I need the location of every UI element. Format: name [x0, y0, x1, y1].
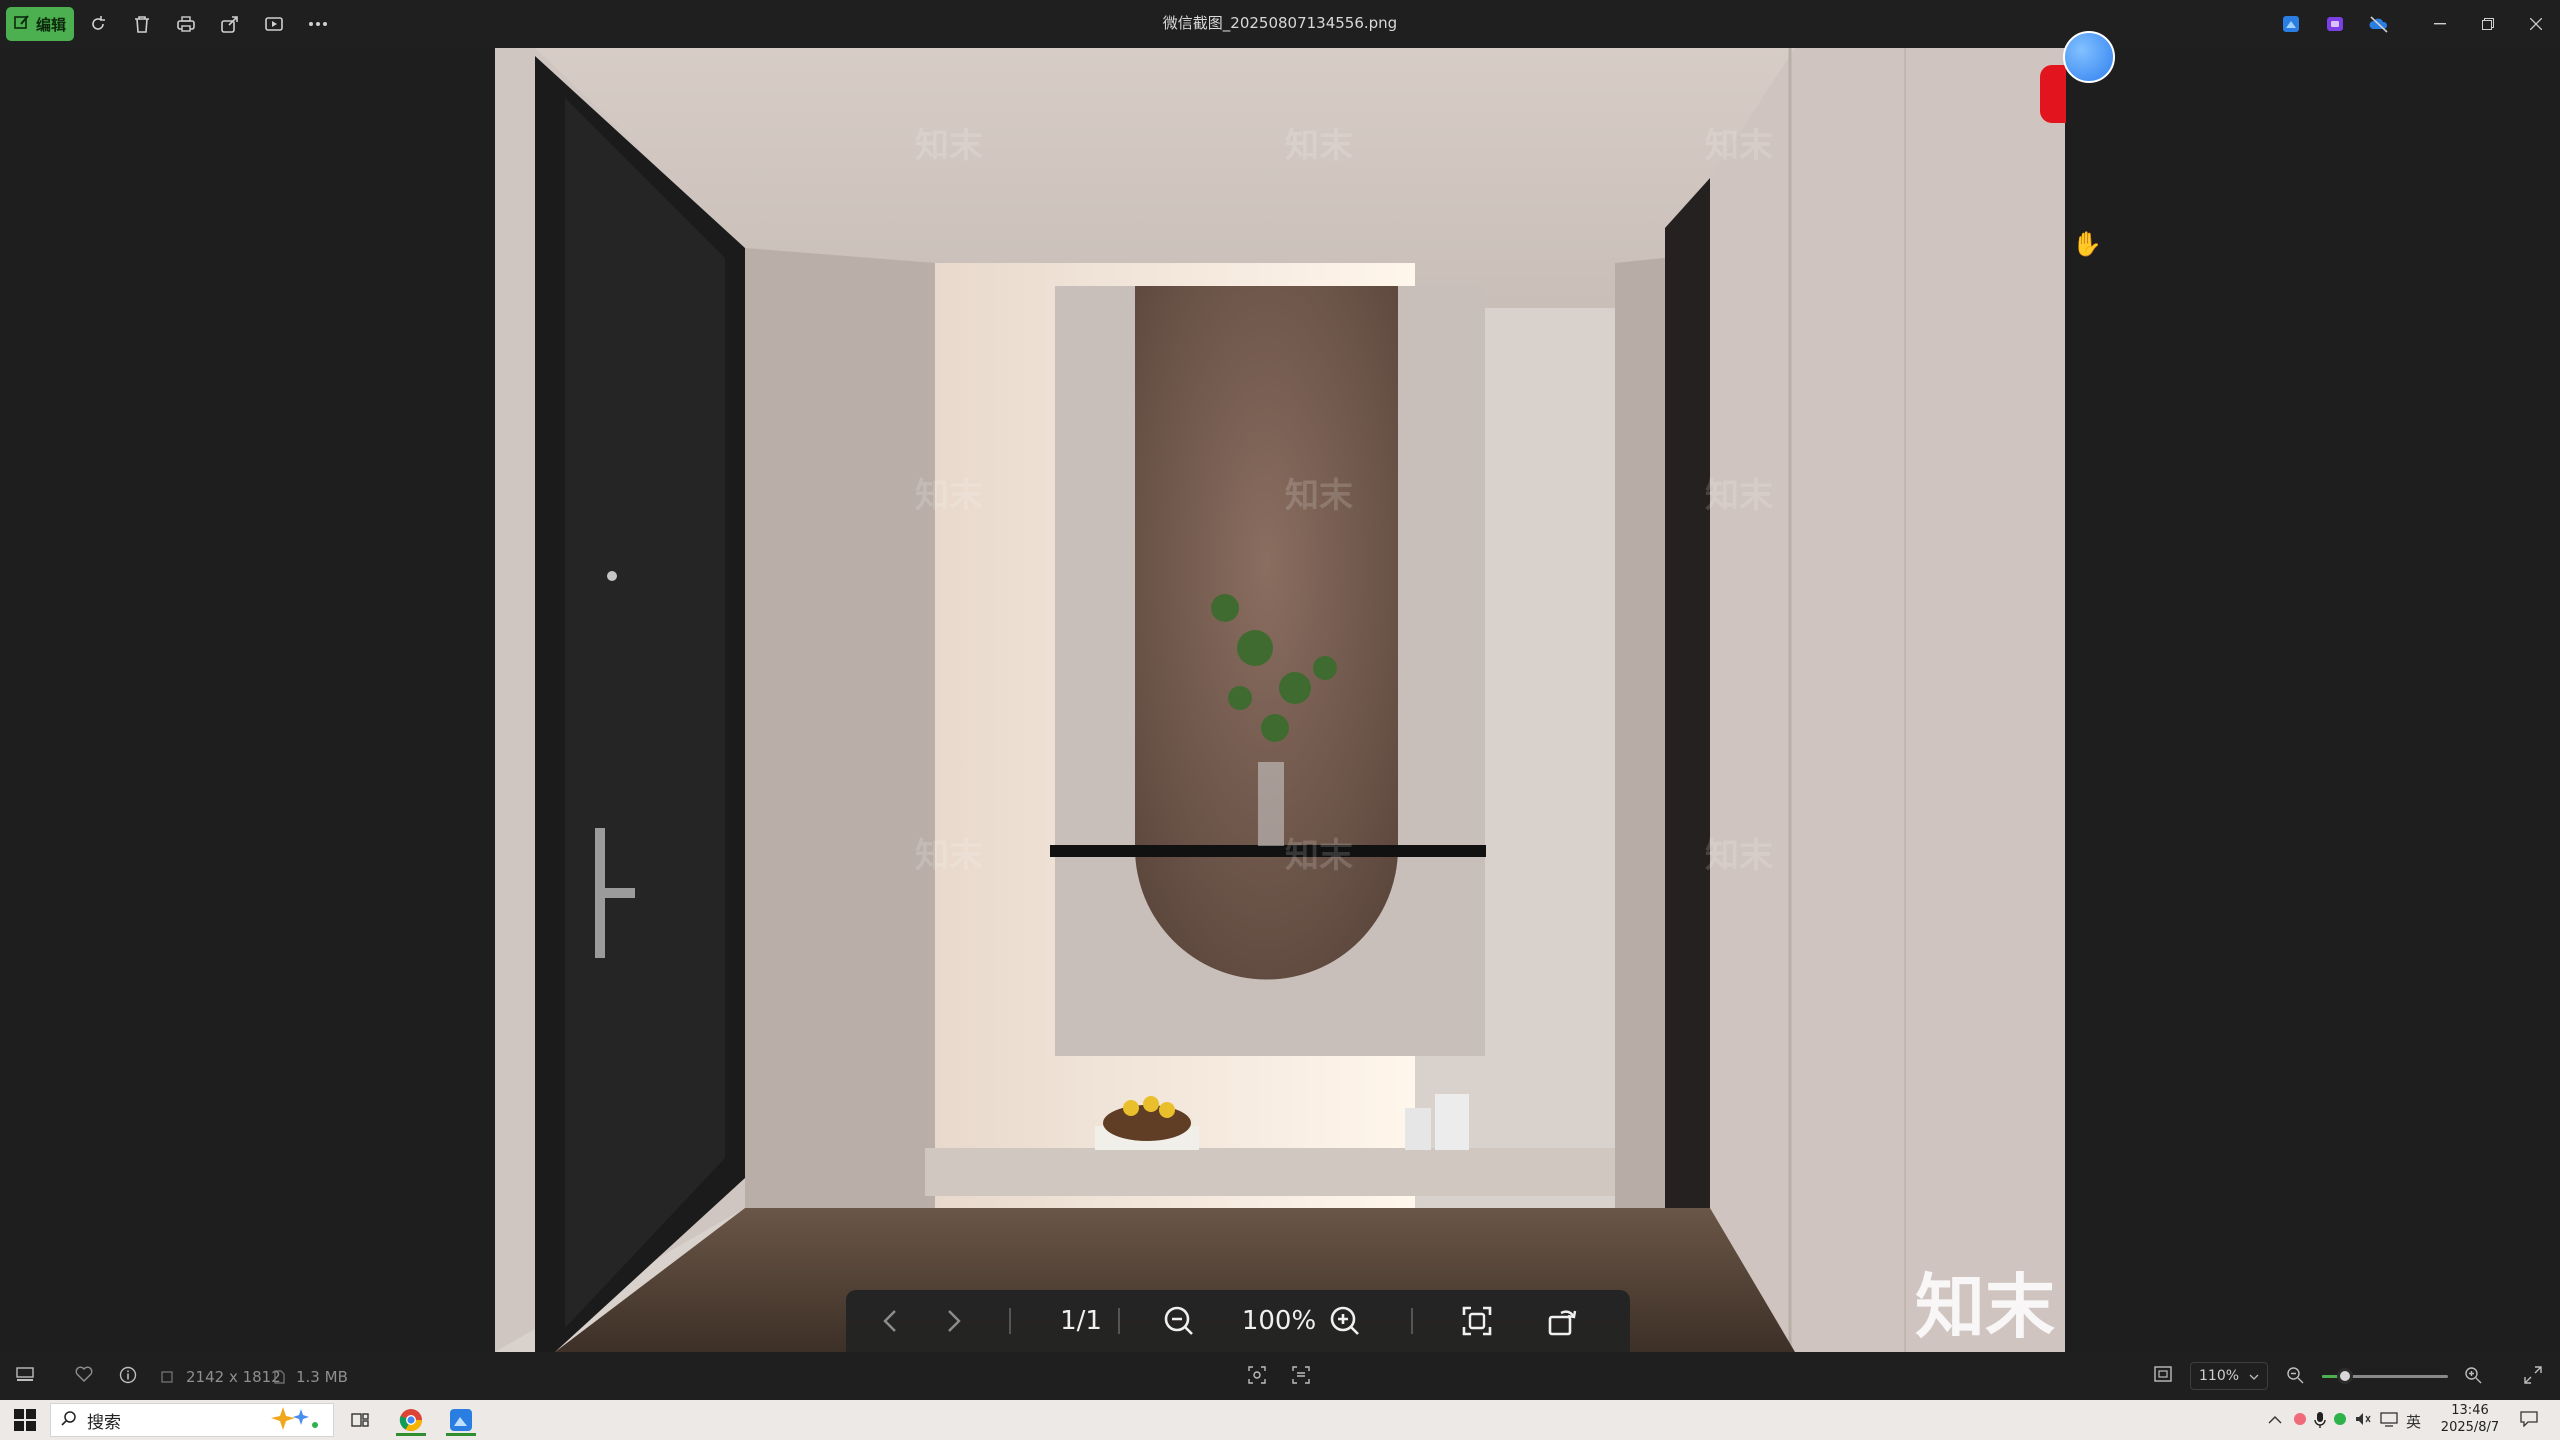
separator — [1118, 1308, 1120, 1334]
page-indicator: 1/1 — [1060, 1306, 1102, 1336]
photo-image[interactable]: 知末 知末 知末 知末 知末 知末 知末 知末 知末 知末 — [495, 48, 2065, 1352]
clock-date: 2025/8/7 — [2440, 1420, 2500, 1435]
watermark: 知末 — [1285, 476, 1353, 516]
window-title: 微信截图_20250807134556.png — [1162, 14, 1398, 32]
filmstrip-icon[interactable] — [16, 1366, 34, 1387]
delete-icon[interactable] — [128, 10, 156, 38]
file-size-icon — [272, 1368, 286, 1389]
watermark: 知末 — [915, 476, 983, 516]
zoom-level: 100% — [1241, 1306, 1317, 1336]
chevron-up-icon[interactable] — [2268, 1411, 2282, 1429]
active-indicator — [396, 1433, 426, 1436]
edit-button-label: 编辑 — [35, 15, 66, 34]
zoom-out-small-icon[interactable] — [2286, 1366, 2304, 1389]
print-icon[interactable] — [172, 10, 200, 38]
copilot-sparkle-icon — [263, 1405, 325, 1436]
network-icon[interactable] — [2380, 1411, 2398, 1431]
zoom-in-icon[interactable] — [1324, 1304, 1366, 1338]
zoom-select[interactable]: 110% — [2190, 1362, 2268, 1390]
photos-app-icon[interactable] — [441, 1404, 481, 1436]
dimensions-icon — [160, 1368, 174, 1389]
favorite-icon[interactable] — [75, 1366, 93, 1387]
watermark-large: 知末 — [1915, 1266, 2055, 1348]
viewer-toolbar: 1/1 100% — [846, 1290, 1630, 1352]
file-size: 1.3 MB — [296, 1368, 348, 1386]
clock-time: 13:46 — [2451, 1403, 2489, 1418]
volume-icon[interactable] — [2355, 1411, 2371, 1431]
separator — [1411, 1308, 1413, 1334]
scan-text-icon[interactable] — [1292, 1366, 1310, 1389]
zoom-slider[interactable] — [2322, 1368, 2448, 1384]
hand-cursor-icon: ✋ — [2072, 230, 2102, 258]
chevron-down-icon — [2249, 1368, 2259, 1384]
entryway-render — [495, 48, 2065, 1352]
watermark: 知末 — [1285, 836, 1353, 876]
watermark: 知末 — [1705, 476, 1773, 516]
microphone-icon[interactable] — [2314, 1411, 2326, 1433]
floating-assistant-ball[interactable] — [2063, 31, 2115, 83]
zoom-select-value: 110% — [2199, 1368, 2240, 1384]
watermark: 知末 — [915, 836, 983, 876]
windows-taskbar: 搜索 英 13:46 2025/8/7 — [0, 1400, 2560, 1440]
status-bar: 2142 x 1812 1.3 MB 110% — [0, 1352, 2560, 1400]
ocr-icon[interactable] — [1248, 1366, 1266, 1389]
watermark: 知末 — [1705, 836, 1773, 876]
actual-size-icon[interactable] — [2154, 1366, 2172, 1387]
next-button[interactable] — [936, 1304, 972, 1338]
zoom-out-icon[interactable] — [1158, 1304, 1200, 1338]
previous-button[interactable] — [872, 1304, 908, 1338]
clipchamp-icon[interactable] — [2321, 10, 2349, 38]
share-icon[interactable] — [216, 10, 244, 38]
slideshow-icon[interactable] — [260, 10, 288, 38]
taskbar-clock[interactable]: 13:46 2025/8/7 — [2430, 1402, 2510, 1436]
ime-indicator[interactable]: 英 — [2406, 1411, 2421, 1432]
fit-to-window-icon[interactable] — [1456, 1304, 1498, 1338]
edit-button[interactable]: 编辑 — [6, 7, 74, 41]
edit-icon — [14, 14, 30, 34]
photo-app-icon[interactable] — [2277, 10, 2305, 38]
watermark: 知末 — [1285, 126, 1353, 166]
task-view-icon[interactable] — [340, 1404, 380, 1436]
restore-button[interactable] — [2466, 8, 2510, 40]
minimize-button[interactable] — [2418, 8, 2462, 40]
notification-icon[interactable] — [2520, 1411, 2538, 1431]
taskbar-search[interactable]: 搜索 — [50, 1403, 334, 1437]
watermark: 知末 — [915, 126, 983, 166]
top-toolbar: 编辑 微信截图_20250807134556.png — [0, 0, 2560, 48]
tray-app-icon[interactable] — [2292, 1411, 2308, 1431]
search-placeholder: 搜索 — [87, 1412, 121, 1433]
info-icon[interactable] — [119, 1366, 137, 1389]
zoom-slider-thumb[interactable] — [2336, 1368, 2353, 1384]
search-icon — [61, 1410, 77, 1431]
watermark: 知末 — [1705, 126, 1773, 166]
start-button[interactable] — [14, 1409, 36, 1431]
active-indicator — [446, 1433, 476, 1436]
wechat-tray-icon[interactable] — [2333, 1411, 2349, 1431]
chrome-app-icon[interactable] — [391, 1404, 431, 1436]
side-widget-tab[interactable] — [2040, 65, 2066, 123]
image-dimensions: 2142 x 1812 — [186, 1368, 281, 1386]
separator — [1009, 1308, 1011, 1334]
close-button[interactable] — [2514, 8, 2558, 40]
rotate-icon[interactable] — [84, 10, 112, 38]
rotate-image-icon[interactable] — [1542, 1304, 1584, 1338]
more-icon[interactable] — [304, 10, 332, 38]
fullscreen-icon[interactable] — [2524, 1366, 2542, 1389]
zoom-in-small-icon[interactable] — [2464, 1366, 2482, 1389]
onedrive-off-icon[interactable] — [2365, 10, 2393, 38]
